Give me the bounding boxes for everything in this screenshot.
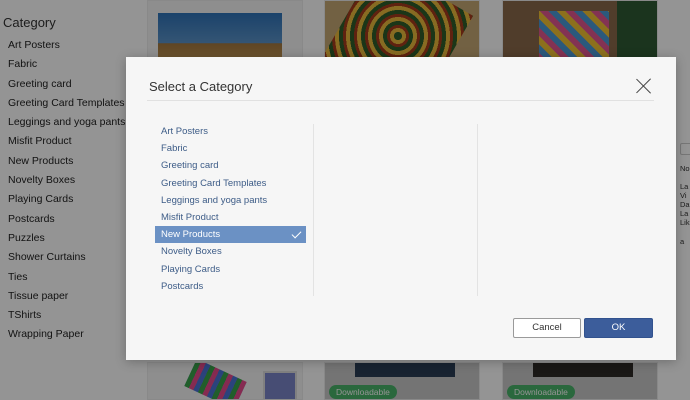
category-option[interactable]: Fabric	[155, 140, 306, 157]
category-option[interactable]: Playing Cards	[155, 261, 306, 278]
category-option[interactable]: Leggings and yoga pants	[155, 192, 306, 209]
category-option[interactable]: Greeting Card Templates	[155, 175, 306, 192]
check-icon	[291, 228, 302, 239]
category-option[interactable]: Postcards	[155, 278, 306, 295]
divider	[147, 100, 654, 101]
column-divider	[313, 124, 314, 296]
category-option[interactable]: Greeting card	[155, 157, 306, 174]
ok-button[interactable]: OK	[584, 318, 653, 338]
category-option-label: New Products	[161, 229, 221, 241]
category-option[interactable]: Novelty Boxes	[155, 243, 306, 260]
category-option-selected[interactable]: New Products	[155, 226, 306, 244]
category-option[interactable]: Art Posters	[155, 123, 306, 140]
column-divider	[477, 124, 478, 296]
close-icon[interactable]	[635, 77, 653, 95]
category-option[interactable]: Misfit Product	[155, 209, 306, 226]
cancel-button[interactable]: Cancel	[513, 318, 581, 338]
select-category-dialog: Select a Category Art Posters Fabric Gre…	[126, 57, 676, 360]
category-list: Art Posters Fabric Greeting card Greetin…	[155, 123, 306, 295]
dialog-title: Select a Category	[149, 79, 253, 94]
